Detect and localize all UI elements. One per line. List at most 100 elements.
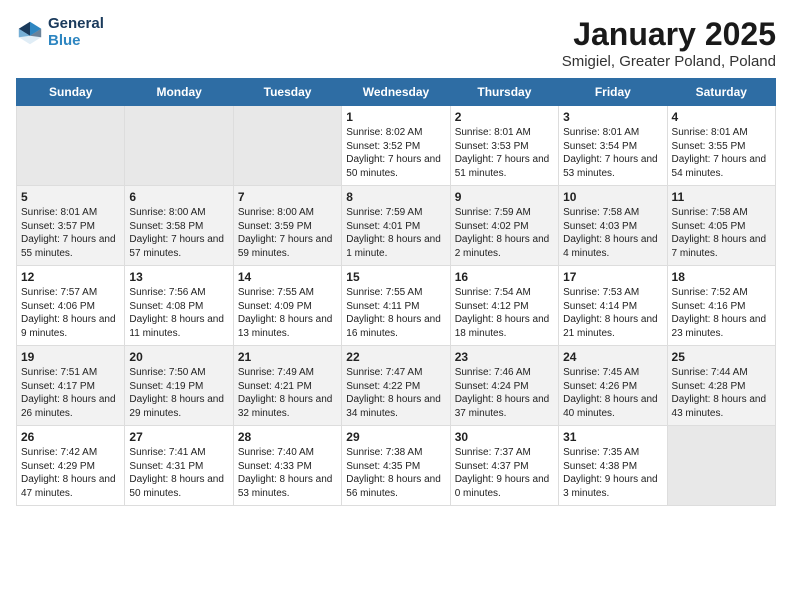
calendar-cell: 12 Sunrise: 7:57 AMSunset: 4:06 PMDayligh…: [17, 266, 125, 346]
day-header-wednesday: Wednesday: [342, 79, 450, 106]
calendar-cell: 4Sunrise: 8:01 AMSunset: 3:55 PMDaylight…: [667, 106, 775, 186]
cell-content: Sunrise: 7:57 AMSunset: 4:06 PMDaylight:…: [21, 286, 120, 340]
cell-content: Sunrise: 7:55 AMSunset: 4:09 PMDaylight:…: [238, 286, 337, 340]
day-number: 7: [238, 190, 337, 204]
calendar-cell: 2 Sunrise: 8:01 AMSunset: 3:53 PMDaylight…: [450, 106, 558, 186]
day-number: 31: [563, 430, 662, 444]
calendar-cell: 7Sunrise: 8:00 AMSunset: 3:59 PMDaylight…: [233, 186, 341, 266]
day-number: 30: [455, 430, 554, 444]
calendar-cell: 16 Sunrise: 7:54 AMSunset: 4:12 PMDayligh…: [450, 266, 558, 346]
logo-icon: [16, 19, 44, 47]
day-number: 23: [455, 350, 554, 364]
cell-content: Sunrise: 7:59 AMSunset: 4:01 PMDaylight:…: [346, 206, 445, 260]
day-number: 24: [563, 350, 662, 364]
calendar-cell: 27Sunrise: 7:41 AMSunset: 4:31 PMDayligh…: [125, 426, 233, 506]
day-number: 5: [21, 190, 120, 204]
cell-content: Sunrise: 7:59 AMSunset: 4:02 PMDaylight:…: [455, 206, 554, 260]
cell-content: Sunrise: 7:40 AMSunset: 4:33 PMDaylight:…: [238, 446, 337, 500]
page-container: General Blue January 2025 Smigiel, Great…: [0, 0, 792, 514]
cell-content: Sunrise: 7:56 AMSunset: 4:08 PMDaylight:…: [129, 286, 228, 340]
cell-content: Sunrise: 7:51 AMSunset: 4:17 PMDaylight:…: [21, 366, 120, 420]
calendar-table: SundayMondayTuesdayWednesdayThursdayFrid…: [16, 78, 776, 506]
calendar-cell: 30 Sunrise: 7:37 AMSunset: 4:37 PMDayligh…: [450, 426, 558, 506]
calendar-cell: 1 Sunrise: 8:02 AMSunset: 3:52 PMDaylight…: [342, 106, 450, 186]
calendar-week-row: 19 Sunrise: 7:51 AMSunset: 4:17 PMDayligh…: [17, 346, 776, 426]
day-number: 15: [346, 270, 445, 284]
calendar-cell: 21 Sunrise: 7:49 AMSunset: 4:21 PMDayligh…: [233, 346, 341, 426]
cell-content: Sunrise: 7:58 AMSunset: 4:05 PMDaylight:…: [672, 206, 771, 260]
day-number: 1: [346, 110, 445, 124]
cell-content: Sunrise: 8:02 AMSunset: 3:52 PMDaylight:…: [346, 126, 445, 180]
calendar-week-row: 26 Sunrise: 7:42 AMSunset: 4:29 PMDayligh…: [17, 426, 776, 506]
day-header-sunday: Sunday: [17, 79, 125, 106]
calendar-cell: 19 Sunrise: 7:51 AMSunset: 4:17 PMDayligh…: [17, 346, 125, 426]
day-number: 6: [129, 190, 228, 204]
logo-text-line1: General: [48, 16, 104, 33]
cell-content: Sunrise: 7:55 AMSunset: 4:11 PMDaylight:…: [346, 286, 445, 340]
cell-content: Sunrise: 7:50 AMSunset: 4:19 PMDaylight:…: [129, 366, 228, 420]
day-number: 14: [238, 270, 337, 284]
calendar-cell: 15 Sunrise: 7:55 AMSunset: 4:11 PMDayligh…: [342, 266, 450, 346]
day-number: 19: [21, 350, 120, 364]
calendar-cell: 14 Sunrise: 7:55 AMSunset: 4:09 PMDayligh…: [233, 266, 341, 346]
calendar-cell: 22 Sunrise: 7:47 AMSunset: 4:22 PMDayligh…: [342, 346, 450, 426]
day-number: 29: [346, 430, 445, 444]
calendar-cell: 24Sunrise: 7:45 AMSunset: 4:26 PMDayligh…: [559, 346, 667, 426]
cell-content: Sunrise: 7:46 AMSunset: 4:24 PMDaylight:…: [455, 366, 554, 420]
calendar-cell: 20 Sunrise: 7:50 AMSunset: 4:19 PMDayligh…: [125, 346, 233, 426]
cell-content: Sunrise: 7:58 AMSunset: 4:03 PMDaylight:…: [563, 206, 662, 260]
calendar-cell: 18Sunrise: 7:52 AMSunset: 4:16 PMDayligh…: [667, 266, 775, 346]
day-header-thursday: Thursday: [450, 79, 558, 106]
calendar-cell: [667, 426, 775, 506]
day-number: 13: [129, 270, 228, 284]
calendar-cell: [17, 106, 125, 186]
header: General Blue January 2025 Smigiel, Great…: [16, 16, 776, 70]
day-number: 17: [563, 270, 662, 284]
cell-content: Sunrise: 7:38 AMSunset: 4:35 PMDaylight:…: [346, 446, 445, 500]
cell-content: Sunrise: 7:54 AMSunset: 4:12 PMDaylight:…: [455, 286, 554, 340]
calendar-cell: 28 Sunrise: 7:40 AMSunset: 4:33 PMDayligh…: [233, 426, 341, 506]
cell-content: Sunrise: 8:01 AMSunset: 3:53 PMDaylight:…: [455, 126, 554, 180]
cell-content: Sunrise: 7:35 AMSunset: 4:38 PMDaylight:…: [563, 446, 662, 500]
calendar-cell: 13 Sunrise: 7:56 AMSunset: 4:08 PMDayligh…: [125, 266, 233, 346]
day-number: 25: [672, 350, 771, 364]
day-number: 16: [455, 270, 554, 284]
calendar-cell: 9 Sunrise: 7:59 AMSunset: 4:02 PMDaylight…: [450, 186, 558, 266]
day-number: 2: [455, 110, 554, 124]
day-number: 20: [129, 350, 228, 364]
day-number: 8: [346, 190, 445, 204]
calendar-cell: 25 Sunrise: 7:44 AMSunset: 4:28 PMDayligh…: [667, 346, 775, 426]
day-number: 21: [238, 350, 337, 364]
calendar-cell: 10Sunrise: 7:58 AMSunset: 4:03 PMDayligh…: [559, 186, 667, 266]
calendar-cell: 17 Sunrise: 7:53 AMSunset: 4:14 PMDayligh…: [559, 266, 667, 346]
day-header-friday: Friday: [559, 79, 667, 106]
cell-content: Sunrise: 8:00 AMSunset: 3:58 PMDaylight:…: [129, 206, 228, 260]
day-header-tuesday: Tuesday: [233, 79, 341, 106]
calendar-cell: [125, 106, 233, 186]
calendar-cell: 8 Sunrise: 7:59 AMSunset: 4:01 PMDaylight…: [342, 186, 450, 266]
calendar-cell: 29 Sunrise: 7:38 AMSunset: 4:35 PMDayligh…: [342, 426, 450, 506]
cell-content: Sunrise: 7:52 AMSunset: 4:16 PMDaylight:…: [672, 286, 771, 340]
calendar-week-row: 12 Sunrise: 7:57 AMSunset: 4:06 PMDayligh…: [17, 266, 776, 346]
day-number: 9: [455, 190, 554, 204]
cell-content: Sunrise: 7:49 AMSunset: 4:21 PMDaylight:…: [238, 366, 337, 420]
calendar-cell: 3Sunrise: 8:01 AMSunset: 3:54 PMDaylight…: [559, 106, 667, 186]
cell-content: Sunrise: 7:53 AMSunset: 4:14 PMDaylight:…: [563, 286, 662, 340]
cell-content: Sunrise: 8:01 AMSunset: 3:55 PMDaylight:…: [672, 126, 771, 180]
cell-content: Sunrise: 7:37 AMSunset: 4:37 PMDaylight:…: [455, 446, 554, 500]
calendar-header-row: SundayMondayTuesdayWednesdayThursdayFrid…: [17, 79, 776, 106]
day-header-saturday: Saturday: [667, 79, 775, 106]
title-block: January 2025 Smigiel, Greater Poland, Po…: [562, 16, 776, 70]
cell-content: Sunrise: 7:42 AMSunset: 4:29 PMDaylight:…: [21, 446, 120, 500]
page-title: January 2025: [562, 16, 776, 53]
calendar-week-row: 5Sunrise: 8:01 AMSunset: 3:57 PMDaylight…: [17, 186, 776, 266]
day-number: 26: [21, 430, 120, 444]
calendar-week-row: 1 Sunrise: 8:02 AMSunset: 3:52 PMDaylight…: [17, 106, 776, 186]
calendar-cell: 26 Sunrise: 7:42 AMSunset: 4:29 PMDayligh…: [17, 426, 125, 506]
day-number: 28: [238, 430, 337, 444]
cell-content: Sunrise: 7:44 AMSunset: 4:28 PMDaylight:…: [672, 366, 771, 420]
day-number: 12: [21, 270, 120, 284]
day-number: 22: [346, 350, 445, 364]
cell-content: Sunrise: 7:47 AMSunset: 4:22 PMDaylight:…: [346, 366, 445, 420]
logo-text-line2: Blue: [48, 33, 104, 50]
